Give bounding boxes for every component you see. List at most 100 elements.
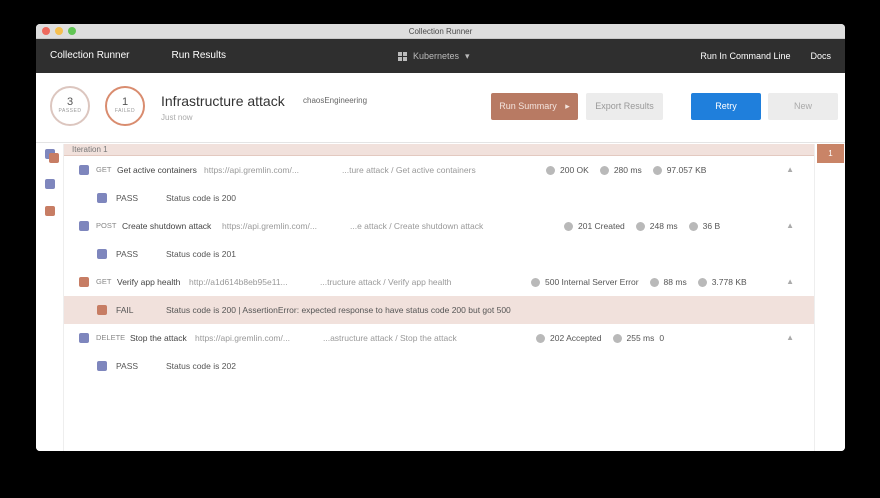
run-summary-header: 3 PASSED 1 FAILED Infrastructure attack … xyxy=(36,73,845,143)
nav-run-results[interactable]: Run Results xyxy=(172,39,226,73)
request-row[interactable]: DELETE Stop the attack https://api.greml… xyxy=(64,324,814,352)
top-navbar: Collection Runner Run Results Kubernetes… xyxy=(36,39,845,73)
run-summary-label: Run Summary xyxy=(499,101,557,111)
pass-status-icon xyxy=(79,221,89,231)
request-url: https://api.gremlin.com/... xyxy=(222,221,317,231)
window-title: Collection Runner xyxy=(408,27,473,36)
test-status: FAIL xyxy=(116,305,134,315)
response-meta: 201 Created 248 ms 36 B xyxy=(564,212,720,240)
retry-button[interactable]: Retry xyxy=(691,93,761,120)
request-method: GET xyxy=(96,165,112,174)
test-result-row: PASS Status code is 201 xyxy=(64,240,814,268)
minimize-window-button[interactable] xyxy=(55,27,63,35)
status-code-icon xyxy=(546,165,555,175)
response-meta: 200 OK 280 ms 97.057 KB xyxy=(546,156,706,184)
pass-status-icon xyxy=(97,249,107,259)
response-time: 280 ms xyxy=(613,165,642,175)
response-time-icon xyxy=(635,221,645,231)
fail-status-icon xyxy=(79,277,89,287)
results-content: Iteration 1 GET Get active containers ht… xyxy=(36,144,845,451)
all-filter-overlay-icon xyxy=(49,153,59,163)
response-size: 36 B xyxy=(702,221,721,231)
close-window-button[interactable] xyxy=(42,27,50,35)
test-status: PASS xyxy=(116,193,139,203)
status-code-icon xyxy=(564,221,573,231)
request-url: http://a1d614b8eb95e11... xyxy=(189,277,288,287)
test-status: PASS xyxy=(116,249,139,259)
request-method: POST xyxy=(96,221,117,230)
collapse-chevron-icon[interactable]: ▲ xyxy=(786,324,794,352)
response-meta: 202 Accepted 255 ms 0 xyxy=(536,324,664,352)
request-path: ...astructure attack / Stop the attack xyxy=(323,333,457,343)
failed-label: FAILED xyxy=(114,108,136,114)
maximize-window-button[interactable] xyxy=(68,27,76,35)
response-time-icon xyxy=(649,277,659,287)
run-time: Just now xyxy=(161,113,193,122)
pass-status-icon xyxy=(97,361,107,371)
request-url: https://api.gremlin.com/... xyxy=(195,333,290,343)
request-method: DELETE xyxy=(96,333,126,342)
request-path: ...ture attack / Get active containers xyxy=(342,165,476,175)
window-controls xyxy=(42,27,76,35)
caret-right-icon: ▸ xyxy=(565,101,570,111)
left-filter-rail xyxy=(36,144,64,451)
status-code-icon xyxy=(531,277,540,287)
docs-link[interactable]: Docs xyxy=(810,39,831,73)
status-code: 201 Created xyxy=(578,221,625,231)
collection-runner-window: Collection Runner Collection Runner Run … xyxy=(36,24,845,451)
status-code: 202 Accepted xyxy=(550,333,602,343)
response-time-icon xyxy=(599,165,609,175)
request-method: GET xyxy=(96,277,112,286)
collapse-chevron-icon[interactable]: ▲ xyxy=(786,212,794,240)
right-iteration-rail: 1 xyxy=(814,144,845,451)
test-description: Status code is 201 xyxy=(166,249,236,259)
new-button[interactable]: New xyxy=(768,93,838,120)
response-meta: 500 Internal Server Error 88 ms 3.778 KB xyxy=(531,268,747,296)
passed-label: PASSED xyxy=(58,108,82,114)
request-path: ...tructure attack / Verify app health xyxy=(320,277,452,287)
status-code: 200 OK xyxy=(560,165,589,175)
request-row[interactable]: POST Create shutdown attack https://api.… xyxy=(64,212,814,240)
request-row[interactable]: GET Get active containers https://api.gr… xyxy=(64,156,814,184)
status-code-icon xyxy=(536,333,545,343)
passed-count-ring: 3 PASSED xyxy=(50,86,90,126)
response-size: 97.057 KB xyxy=(666,165,707,175)
test-description: Status code is 202 xyxy=(166,361,236,371)
request-name: Stop the attack xyxy=(130,333,187,343)
test-result-row: PASS Status code is 200 xyxy=(64,184,814,212)
response-size-icon xyxy=(697,277,707,287)
request-name: Get active containers xyxy=(117,165,197,175)
fail-status-icon xyxy=(97,305,107,315)
passed-filter-icon[interactable] xyxy=(45,179,55,189)
response-time: 255 ms xyxy=(626,333,655,343)
test-description: Status code is 200 xyxy=(166,193,236,203)
response-size-icon xyxy=(688,221,698,231)
request-name: Create shutdown attack xyxy=(122,221,212,231)
environment-selector[interactable]: Kubernetes ▾ xyxy=(398,39,470,73)
test-result-row: PASS Status code is 202 xyxy=(64,352,814,380)
test-status: PASS xyxy=(116,361,139,371)
nav-collection-runner[interactable]: Collection Runner xyxy=(50,39,130,73)
pass-status-icon xyxy=(97,193,107,203)
request-name: Verify app health xyxy=(117,277,181,287)
pass-status-icon xyxy=(79,333,89,343)
run-summary-button[interactable]: Run Summary ▸ xyxy=(491,93,578,120)
export-results-button[interactable]: Export Results xyxy=(586,93,663,120)
iteration-marker[interactable]: 1 xyxy=(817,144,844,163)
response-time: 248 ms xyxy=(649,221,678,231)
failed-filter-icon[interactable] xyxy=(45,206,55,216)
request-url: https://api.gremlin.com/... xyxy=(204,165,299,175)
failed-count-ring: 1 FAILED xyxy=(105,86,145,126)
chevron-down-icon: ▾ xyxy=(465,51,470,61)
status-code: 500 Internal Server Error xyxy=(545,277,639,287)
collapse-chevron-icon[interactable]: ▲ xyxy=(786,268,794,296)
request-row[interactable]: GET Verify app health http://a1d614b8eb9… xyxy=(64,268,814,296)
run-tag: chaosEngineering xyxy=(303,96,368,105)
response-time: 88 ms xyxy=(663,277,687,287)
environment-name: Kubernetes xyxy=(413,51,460,61)
request-results-list: Iteration 1 GET Get active containers ht… xyxy=(64,144,814,451)
response-size: 3.778 KB xyxy=(711,277,747,287)
collapse-chevron-icon[interactable]: ▲ xyxy=(786,156,794,184)
passed-count: 3 xyxy=(66,96,74,108)
run-in-command-line-link[interactable]: Run In Command Line xyxy=(700,39,790,73)
